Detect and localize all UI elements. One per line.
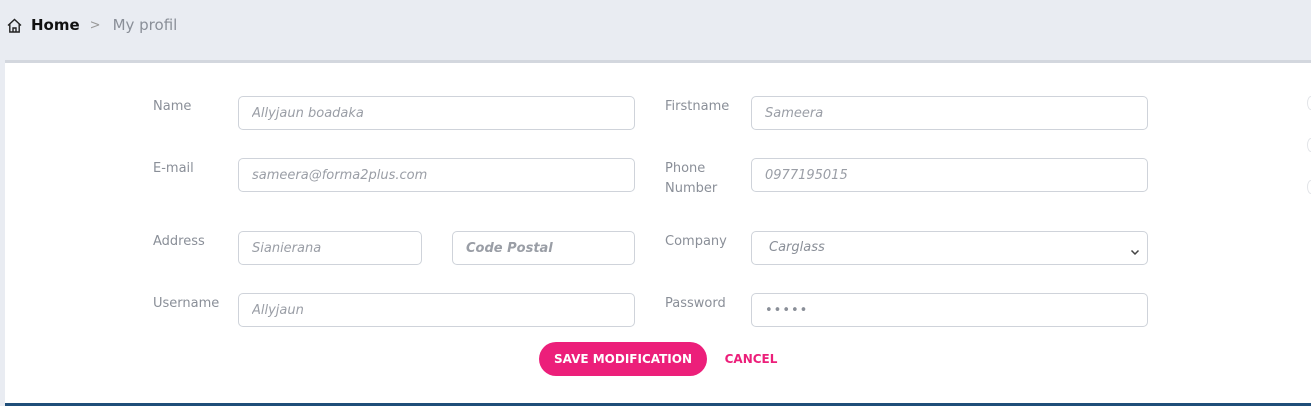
edge-control[interactable] xyxy=(1307,96,1311,110)
save-modification-button[interactable]: SAVE MODIFICATION xyxy=(539,342,707,376)
edge-control[interactable] xyxy=(1307,138,1311,152)
home-icon[interactable] xyxy=(6,17,23,34)
firstname-label: Firstname xyxy=(665,99,730,114)
address-label: Address xyxy=(153,234,205,249)
phone-label-line2: Number xyxy=(665,181,718,196)
profile-form-card: Name Firstname E-mail Phone Number Addre… xyxy=(5,60,1311,406)
chevron-down-icon xyxy=(1129,243,1141,256)
phone-label-line1: Phone xyxy=(665,161,706,176)
password-label: Password xyxy=(665,296,726,311)
breadcrumb-current: My profil xyxy=(112,16,178,34)
address-input[interactable] xyxy=(238,231,422,265)
cancel-button[interactable]: CANCEL xyxy=(717,342,785,376)
postal-code-input[interactable] xyxy=(452,231,635,265)
breadcrumb: Home > My profil xyxy=(6,14,177,36)
company-select[interactable]: Carglass xyxy=(751,231,1148,265)
company-select-value: Carglass xyxy=(769,240,825,255)
username-input[interactable] xyxy=(238,293,635,327)
email-input[interactable] xyxy=(238,158,635,192)
company-label: Company xyxy=(665,234,727,249)
name-input[interactable] xyxy=(238,96,635,130)
edge-control[interactable] xyxy=(1307,180,1311,194)
firstname-input[interactable] xyxy=(751,96,1148,130)
breadcrumb-separator: > xyxy=(89,17,101,33)
name-label: Name xyxy=(153,99,192,114)
email-label: E-mail xyxy=(153,161,194,176)
username-label: Username xyxy=(153,296,220,311)
password-input[interactable] xyxy=(751,293,1148,327)
breadcrumb-home-link[interactable]: Home xyxy=(31,16,80,34)
phone-input[interactable] xyxy=(751,158,1148,192)
